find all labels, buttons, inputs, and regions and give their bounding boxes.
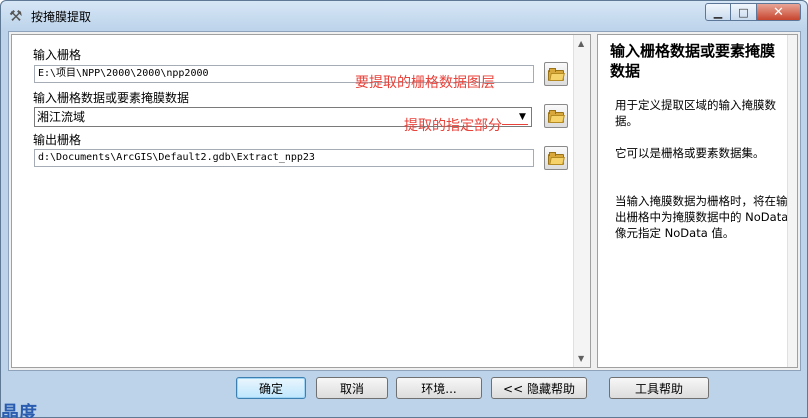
input-raster-browse-button[interactable] [544, 62, 568, 86]
hammer-icon: ⚒ [9, 7, 23, 25]
scroll-down-icon[interactable]: ▼ [578, 354, 584, 363]
title-bar[interactable]: ⚒ 按掩膜提取 ▁ □ ✕ [1, 1, 807, 31]
annotation-pointer-line [502, 124, 528, 125]
hide-help-button[interactable]: << 隐藏帮助 [491, 377, 587, 399]
minimize-icon: ▁ [713, 5, 723, 19]
help-pane: 输入栅格数据或要素掩膜数据 用于定义提取区域的输入掩膜数据。 它可以是栅格或要素… [597, 34, 798, 368]
help-title: 输入栅格数据或要素掩膜数据 [610, 42, 776, 80]
help-paragraph-3: 当输入掩膜数据为栅格时，将在输出栅格中为掩膜数据中的 NoData 像元指定 N… [615, 194, 789, 240]
close-button[interactable]: ✕ [757, 3, 801, 21]
mask-browse-button[interactable] [544, 104, 568, 128]
maximize-button[interactable]: □ [731, 3, 757, 21]
mask-value: 湘江流域 [37, 110, 86, 124]
tool-help-button[interactable]: 工具帮助 [609, 377, 709, 399]
scroll-up-icon[interactable]: ▲ [578, 39, 584, 48]
parameters-scrollbar[interactable]: ▲ ▼ [573, 35, 590, 367]
environments-button[interactable]: 环境... [396, 377, 482, 399]
input-raster-label: 输入栅格 [33, 48, 82, 62]
minimize-button[interactable]: ▁ [705, 3, 731, 21]
help-paragraph-2: 它可以是栅格或要素数据集。 [615, 146, 765, 160]
output-raster-field[interactable]: d:\Documents\ArcGIS\Default2.gdb\Extract… [34, 149, 534, 167]
mask-annotation: 提取的指定部分 [404, 118, 502, 134]
raster-annotation: 要提取的栅格数据图层 [355, 75, 495, 91]
parameters-pane: 输入栅格 E:\项目\NPP\2000\2000\npp2000 输入栅格数据或… [11, 34, 591, 368]
help-paragraph-1: 用于定义提取区域的输入掩膜数据。 [615, 98, 776, 128]
open-folder-icon [548, 151, 565, 165]
maximize-icon: □ [738, 5, 749, 19]
cancel-button[interactable]: 取消 [316, 377, 388, 399]
chevron-down-icon[interactable]: ▼ [515, 109, 530, 125]
dialog-client-area: 输入栅格 E:\项目\NPP\2000\2000\npp2000 输入栅格数据或… [8, 31, 801, 371]
output-raster-browse-button[interactable] [544, 146, 568, 170]
open-folder-icon [548, 67, 565, 81]
close-icon: ✕ [773, 4, 784, 20]
dialog-window: ⚒ 按掩膜提取 ▁ □ ✕ 输入栅格 E:\项目\NPP\2000\2000\n… [0, 0, 808, 418]
caption-buttons: ▁ □ ✕ [705, 3, 801, 21]
output-raster-label: 输出栅格 [33, 133, 82, 147]
help-scrollbar[interactable] [787, 35, 797, 367]
watermark-text: 晶度 [1, 403, 37, 418]
mask-label: 输入栅格数据或要素掩膜数据 [33, 91, 190, 105]
open-folder-icon [548, 109, 565, 123]
window-title: 按掩膜提取 [31, 10, 92, 24]
ok-button[interactable]: 确定 [236, 377, 306, 399]
